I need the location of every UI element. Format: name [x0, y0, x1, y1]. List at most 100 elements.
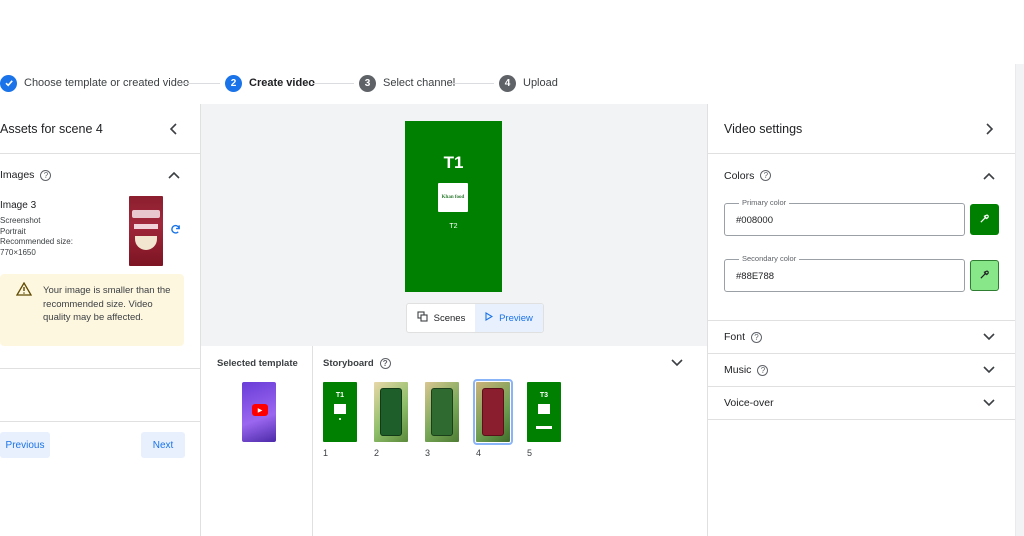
secondary-color-value: #88E788	[736, 271, 775, 282]
voiceover-label: Voice-over	[724, 397, 774, 409]
scenes-label: Scenes	[433, 312, 466, 324]
colors-section-header[interactable]: Colors?	[708, 154, 1015, 197]
images-section-header[interactable]: Images?	[0, 154, 200, 196]
step-label: Create video	[249, 77, 316, 89]
step-number-badge: 3	[359, 74, 376, 92]
divider	[0, 368, 201, 369]
storyboard-scene[interactable]	[374, 382, 408, 442]
image-meta: Screenshot Portrait Recommended size: 77…	[0, 216, 73, 258]
font-label: Font	[724, 331, 746, 343]
scene-number: 4	[476, 448, 482, 458]
chevron-down-icon[interactable]	[981, 362, 997, 378]
recommended-size-label: Recommended size:	[0, 237, 73, 246]
scenes-tab[interactable]: Scenes	[407, 304, 475, 332]
primary-color-label: Primary color	[739, 198, 790, 207]
storyboard-header: Storyboard ?	[323, 358, 391, 369]
progress-stepper: Choose template or created video 2 Creat…	[0, 72, 600, 94]
storyboard-scene[interactable]: T1	[323, 382, 357, 442]
scene-text: T3	[539, 392, 549, 399]
help-icon[interactable]: ?	[760, 170, 772, 181]
assets-panel-header: Assets for scene 4	[0, 104, 200, 154]
step-number-badge: 4	[499, 74, 516, 92]
secondary-color-picker[interactable]	[970, 260, 999, 291]
eyedropper-icon	[979, 211, 990, 229]
assets-panel-title: Assets for scene 4	[0, 121, 103, 136]
scene-number: 1	[323, 448, 329, 458]
music-section-header[interactable]: Music?	[708, 354, 1015, 387]
recommended-size-value: 770×1650	[0, 247, 36, 257]
image-type: Screenshot	[0, 216, 41, 225]
previous-button[interactable]: Previous	[0, 432, 50, 458]
view-toggle: Scenes Preview	[406, 303, 544, 333]
primary-color-picker[interactable]	[970, 204, 999, 235]
brand-logo: Khan food	[438, 183, 468, 212]
step-upload[interactable]: 4 Upload	[499, 72, 558, 94]
colors-section-body: Primary color #008000 Secondary color #8…	[708, 197, 1015, 321]
secondary-color-field[interactable]: Secondary color #88E788	[724, 254, 965, 292]
step-connector	[312, 83, 354, 84]
scene-number: 5	[527, 448, 533, 458]
scene-preview[interactable]: T1 Khan food T2	[405, 121, 502, 292]
image-size-warning: Your image is smaller than the recommend…	[0, 274, 184, 346]
chevron-right-icon[interactable]	[981, 121, 997, 137]
storyboard-scene-selected[interactable]	[473, 379, 513, 445]
colors-label: Colors	[724, 169, 755, 182]
voiceover-section-header[interactable]: Voice-over	[708, 387, 1015, 420]
youtube-logo-icon: ▶	[252, 404, 268, 416]
video-settings-panel: Video settings Colors? Primary color #00…	[707, 104, 1015, 536]
video-preview-area: T1 Khan food T2 Scenes Preview	[201, 104, 707, 346]
step-connector	[452, 83, 494, 84]
play-icon	[485, 312, 494, 324]
replace-image-icon[interactable]	[170, 224, 181, 238]
step-choose-template[interactable]: Choose template or created video	[0, 72, 189, 94]
step-number-badge: 2	[225, 74, 242, 92]
help-icon[interactable]: ?	[757, 364, 769, 376]
page-scrollbar[interactable]	[1015, 64, 1024, 536]
primary-color-value: #008000	[736, 215, 773, 226]
image-name: Image 3	[0, 200, 37, 211]
step-connector	[178, 83, 220, 84]
step-select-channel[interactable]: 3 Select channel	[359, 72, 455, 94]
image-orientation: Portrait	[0, 226, 26, 236]
divider	[0, 421, 201, 422]
storyboard-scene[interactable]: T3	[527, 382, 561, 442]
preview-label: Preview	[499, 312, 533, 324]
step-create-video[interactable]: 2 Create video	[225, 72, 315, 94]
help-icon[interactable]: ?	[40, 169, 52, 181]
video-settings-header: Video settings	[708, 104, 1015, 154]
warning-icon	[15, 281, 33, 301]
preview-tab[interactable]: Preview	[475, 304, 543, 332]
warning-text: Your image is smaller than the recommend…	[43, 285, 171, 323]
scene-number: 2	[374, 448, 380, 458]
chevron-down-icon[interactable]	[981, 395, 997, 411]
font-section-header[interactable]: Font?	[708, 321, 1015, 354]
chevron-down-icon[interactable]	[981, 329, 997, 345]
preview-title-text: T1	[443, 153, 464, 172]
step-label: Choose template or created video	[24, 77, 190, 89]
step-label: Upload	[523, 77, 558, 89]
video-settings-title: Video settings	[724, 121, 803, 136]
help-icon[interactable]: ?	[379, 358, 391, 369]
collapse-left-icon[interactable]	[166, 121, 182, 137]
selected-template-thumbnail[interactable]: ▶	[242, 382, 276, 442]
primary-color-field[interactable]: Primary color #008000	[724, 198, 965, 236]
preview-subtitle-text: T2	[449, 223, 458, 230]
secondary-color-label: Secondary color	[739, 254, 800, 263]
image-asset: Image 3 Screenshot Portrait Recommended …	[0, 196, 200, 272]
chevron-up-icon[interactable]	[166, 167, 182, 183]
image-thumbnail[interactable]	[129, 196, 163, 266]
chevron-down-icon[interactable]	[671, 354, 683, 372]
next-button[interactable]: Next	[141, 432, 185, 458]
scene-text: T1	[335, 392, 345, 399]
step-label: Select channel	[383, 77, 456, 89]
storyboard-scene[interactable]	[425, 382, 459, 442]
selected-template-section: Selected template ▶	[201, 346, 313, 536]
check-icon	[0, 74, 17, 92]
scenes-icon	[417, 311, 428, 325]
chevron-up-icon[interactable]	[981, 168, 997, 184]
storyboard-label: Storyboard	[323, 358, 374, 369]
music-label: Music	[724, 364, 752, 376]
images-label: Images	[0, 169, 35, 181]
help-icon[interactable]: ?	[751, 331, 763, 343]
selected-template-label: Selected template	[217, 358, 298, 369]
